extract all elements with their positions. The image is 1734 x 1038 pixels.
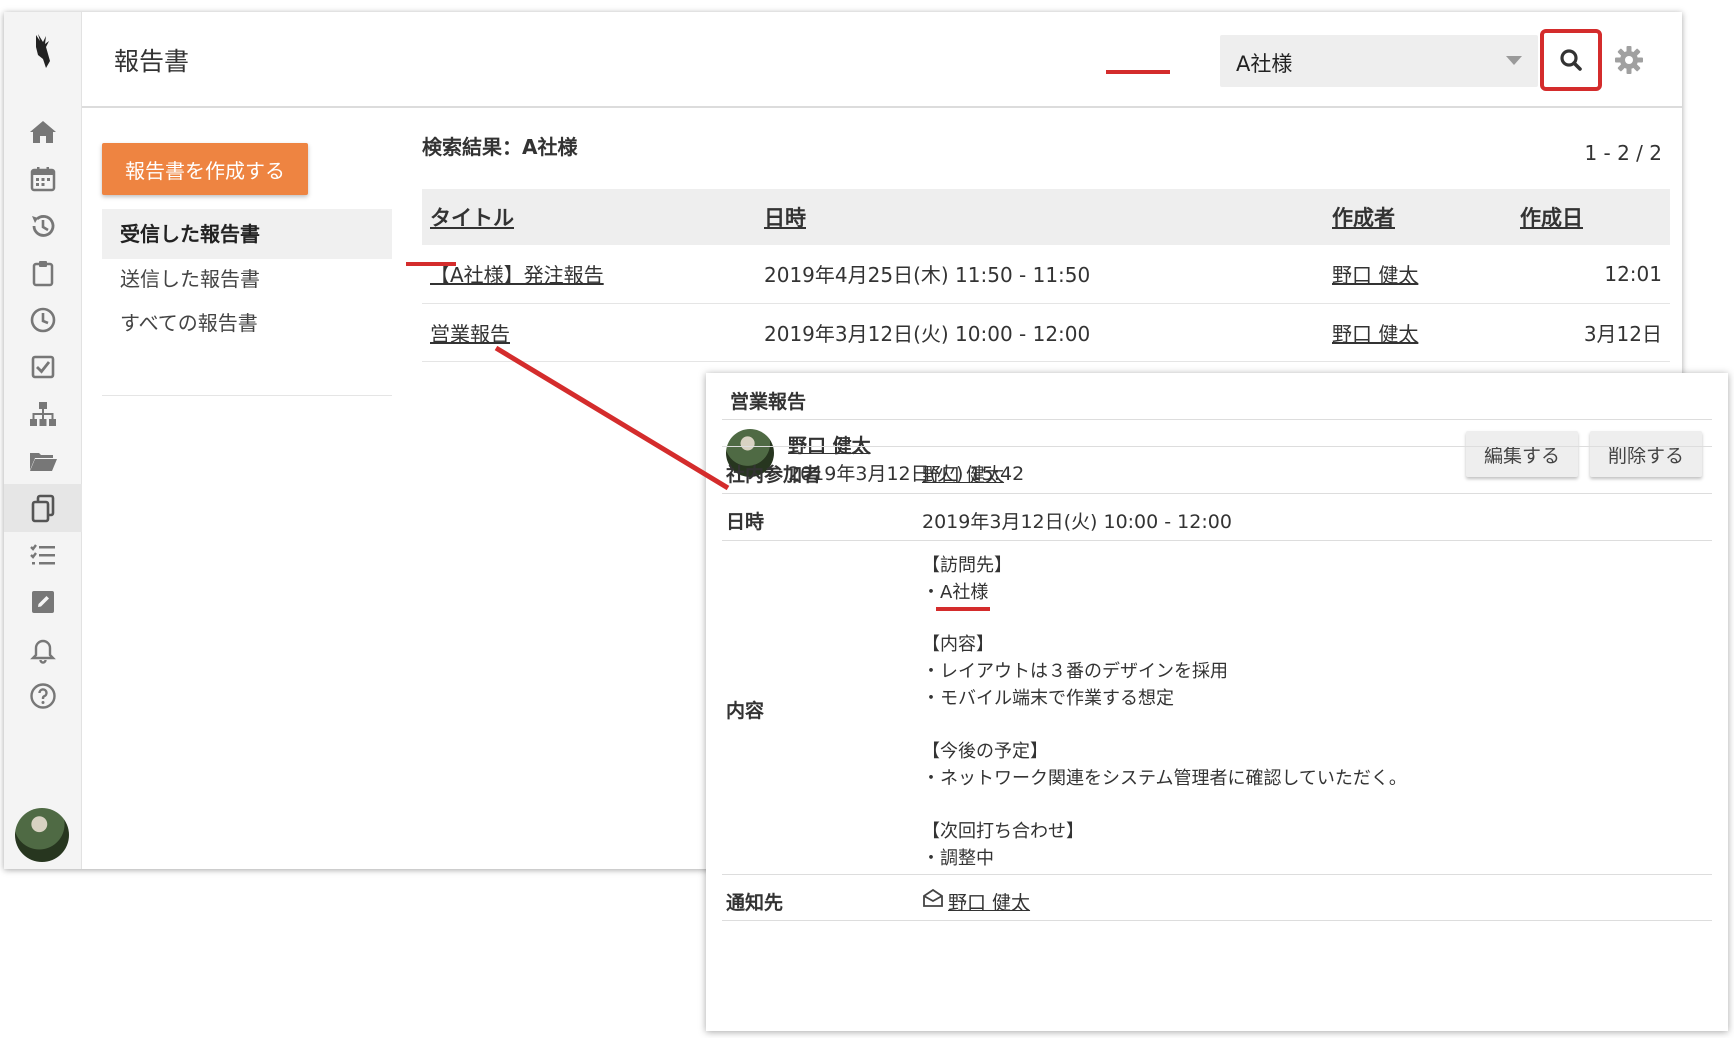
content-line: 【訪問先】 [922,555,1012,576]
sidebar-item-received[interactable]: 受信した報告書 [102,209,392,259]
user-avatar[interactable] [15,808,69,862]
content-line: ・調整中 [922,848,994,869]
notify-row: 通知先 野口 健太 [722,874,1712,921]
report-author-link[interactable]: 野口 健太 [1324,303,1512,362]
popup-title: 営業報告 [730,391,807,413]
header-bar: 報告書 A社様 [82,12,1682,108]
sidebar-item-sent[interactable]: 送信した報告書 [102,254,392,304]
calendar-icon[interactable] [4,155,82,203]
clock-icon[interactable] [4,296,82,344]
report-datetime: 2019年3月12日(火) 10:00 - 12:00 [756,303,1324,362]
checkbox-icon[interactable] [4,343,82,391]
create-report-button[interactable]: 報告書を作成する [102,143,308,195]
table-header-row: タイトル 日時 作成者 作成日 [422,189,1670,245]
left-nav-bar [4,12,82,869]
participants-link[interactable]: 野口 健太 [922,460,1004,487]
results-table: タイトル 日時 作成者 作成日 【A社様】発注報告 2019年4月25日(木) … [422,189,1670,362]
column-created[interactable]: 作成日 [1512,189,1670,245]
content-highlight-underline [936,607,990,611]
search-select[interactable]: A社様 [1220,35,1538,87]
sidebar-item-all[interactable]: すべての報告書 [102,298,392,348]
title-highlight-underline [406,262,456,266]
report-created: 12:01 [1512,245,1670,304]
task-list-icon[interactable] [4,531,82,579]
content-line: ・ネットワーク関連をシステム管理者に確認していただく。 [922,768,1407,789]
participants-label: 社内参加者 [726,464,822,486]
report-created: 3月12日 [1512,303,1670,362]
notify-link[interactable]: 野口 健太 [948,888,1030,915]
datetime-label: 日時 [726,511,765,533]
page-title: 報告書 [114,47,190,76]
bell-icon[interactable] [4,625,82,673]
search-button[interactable] [1540,29,1602,91]
content-label: 内容 [726,700,765,722]
divider [102,395,392,396]
column-author[interactable]: 作成者 [1324,189,1512,245]
report-author-link[interactable]: 野口 健太 [1324,245,1512,304]
table-row[interactable]: 営業報告 2019年3月12日(火) 10:00 - 12:00 野口 健太 3… [422,303,1670,362]
content-line: ・レイアウトは３番のデザインを採用 [922,661,1228,682]
gear-icon [1615,46,1643,74]
help-icon[interactable] [4,672,82,720]
divider [722,419,1712,420]
envelope-open-icon [923,888,943,907]
content-line: 【内容】 [922,634,994,655]
column-title[interactable]: タイトル [422,189,756,245]
report-datetime: 2019年4月25日(木) 11:50 - 11:50 [756,245,1324,304]
reports-copy-icon[interactable] [4,484,82,532]
notify-label: 通知先 [726,892,784,914]
content-line: 【今後の予定】 [922,741,1048,762]
search-highlight-underline [1106,70,1170,74]
search-input[interactable]: A社様 [1236,48,1292,78]
content-line: ・モバイル端末で作業する想定 [922,688,1174,709]
content-row: 内容 【訪問先】 ・A社様 【内容】 ・レイアウトは３番のデザインを採用 ・モバ… [722,540,1712,874]
content-line: 【次回打ち合わせ】 [922,821,1084,842]
report-title-link[interactable]: 【A社様】発注報告 [422,245,756,304]
result-count: 1 - 2 / 2 [1584,141,1662,165]
table-row[interactable]: 【A社様】発注報告 2019年4月25日(木) 11:50 - 11:50 野口… [422,245,1670,304]
report-detail-popup: 営業報告 野口 健太 2019年3月12日(火) 15:42 編集する 削除する… [706,373,1728,1031]
home-icon[interactable] [4,108,82,156]
datetime-value: 2019年3月12日(火) 10:00 - 12:00 [922,511,1232,533]
datetime-row: 日時 2019年3月12日(火) 10:00 - 12:00 [722,493,1712,540]
content-line: ・A社様 [922,582,989,603]
org-chart-icon[interactable] [4,390,82,438]
deer-logo-icon[interactable] [4,26,82,76]
column-datetime[interactable]: 日時 [756,189,1324,245]
history-icon[interactable] [4,202,82,250]
settings-button[interactable] [1609,40,1649,80]
search-result-heading: 検索結果：A社様 [422,135,578,159]
edit-note-icon[interactable] [4,578,82,626]
chevron-down-icon[interactable] [1506,56,1522,65]
participants-row: 社内参加者 野口 健太 [722,446,1712,493]
search-icon [1560,49,1582,71]
report-title-link[interactable]: 営業報告 [422,303,756,362]
folder-open-icon[interactable] [4,437,82,485]
clipboard-icon[interactable] [4,249,82,297]
